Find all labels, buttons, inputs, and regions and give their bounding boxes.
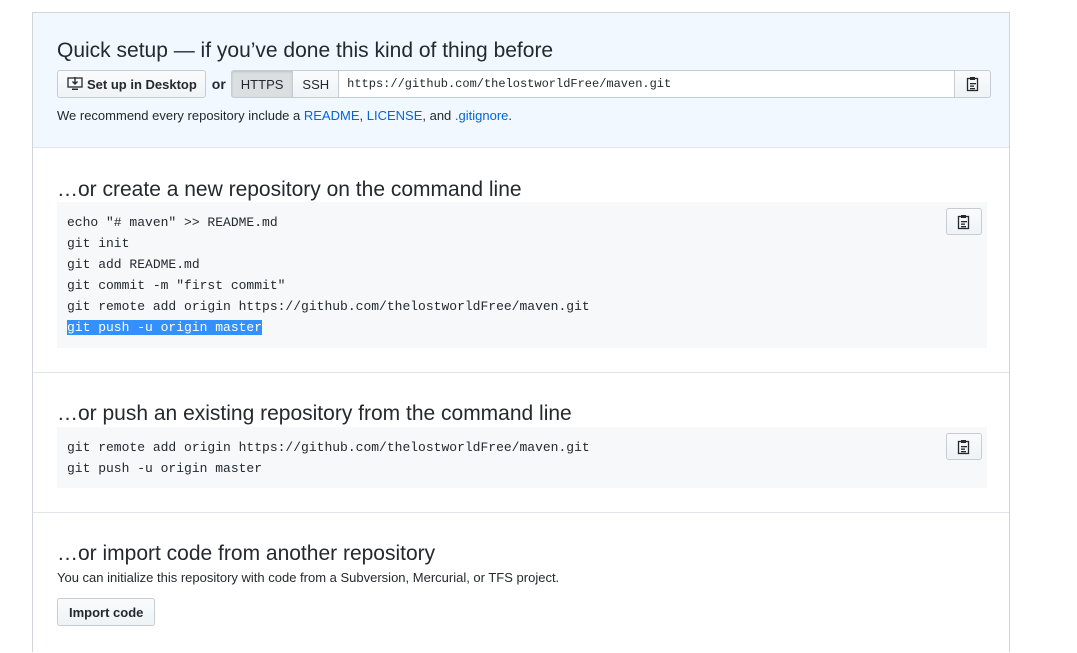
ssh-button[interactable]: SSH <box>293 70 340 98</box>
clone-url-row: Set up in Desktop or HTTPS SSH <box>57 70 992 98</box>
or-label: or <box>211 76 226 92</box>
setup-in-desktop-button[interactable]: Set up in Desktop <box>57 70 206 98</box>
new-repo-section: …or create a new repository on the comma… <box>33 148 1009 373</box>
selected-text: git push -u origin master <box>67 320 263 335</box>
existing-repo-code-block[interactable]: git remote add origin https://github.com… <box>57 427 987 488</box>
setup-in-desktop-label: Set up in Desktop <box>87 76 197 92</box>
https-button[interactable]: HTTPS <box>230 70 294 98</box>
copy-existing-repo-button[interactable] <box>946 433 982 460</box>
new-repo-title: …or create a new repository on the comma… <box>57 178 522 201</box>
quick-setup-title: Quick setup — if you’ve done this kind o… <box>57 39 554 62</box>
existing-repo-title: …or push an existing repository from the… <box>57 402 572 425</box>
import-description: You can initialize this repository with … <box>57 570 560 585</box>
existing-repo-section: …or push an existing repository from the… <box>33 373 1009 513</box>
repo-setup-container: Quick setup — if you’ve done this kind o… <box>32 12 1010 652</box>
copy-new-repo-button[interactable] <box>946 208 982 235</box>
protocol-selector: HTTPS SSH <box>230 70 340 98</box>
copy-clone-url-button[interactable] <box>955 70 992 98</box>
new-repo-code: echo "# maven" >> README.md git init git a… <box>67 212 590 338</box>
clippy-icon <box>966 77 978 92</box>
new-repo-code-block[interactable]: echo "# maven" >> README.md git init git a… <box>57 202 987 348</box>
existing-repo-code: git remote add origin https://github.com… <box>67 437 590 479</box>
recommend-suffix: . <box>508 108 513 123</box>
code-line-selected: git push -u origin master <box>67 317 590 338</box>
recommend-prefix: We recommend every repository include a <box>57 108 304 123</box>
clone-url-input[interactable] <box>339 70 956 98</box>
desktop-download-icon <box>67 77 83 90</box>
code-line: git add README.md <box>67 257 200 272</box>
readme-link[interactable]: README <box>304 108 360 123</box>
license-link[interactable]: LICENSE <box>367 108 423 123</box>
code-line: git remote add origin https://github.com… <box>67 440 590 455</box>
clippy-icon <box>957 439 970 454</box>
import-repo-title: …or import code from another repository <box>57 542 436 565</box>
code-line: git init <box>67 236 130 251</box>
code-line: git remote add origin https://github.com… <box>67 299 590 314</box>
recommend-sep2: , and <box>422 108 455 123</box>
clippy-icon <box>957 214 970 229</box>
code-line: git commit -m "first commit" <box>67 278 286 293</box>
recommend-sep1: , <box>359 108 367 123</box>
quick-setup-section: Quick setup — if you’ve done this kind o… <box>33 13 1009 148</box>
code-line: git push -u origin master <box>67 461 263 476</box>
import-repo-section: …or import code from another repository … <box>33 513 1009 653</box>
import-code-button[interactable]: Import code <box>57 598 156 626</box>
gitignore-link[interactable]: .gitignore <box>455 108 508 123</box>
code-line: echo "# maven" >> README.md <box>67 215 278 230</box>
recommend-text: We recommend every repository include a … <box>57 108 512 123</box>
